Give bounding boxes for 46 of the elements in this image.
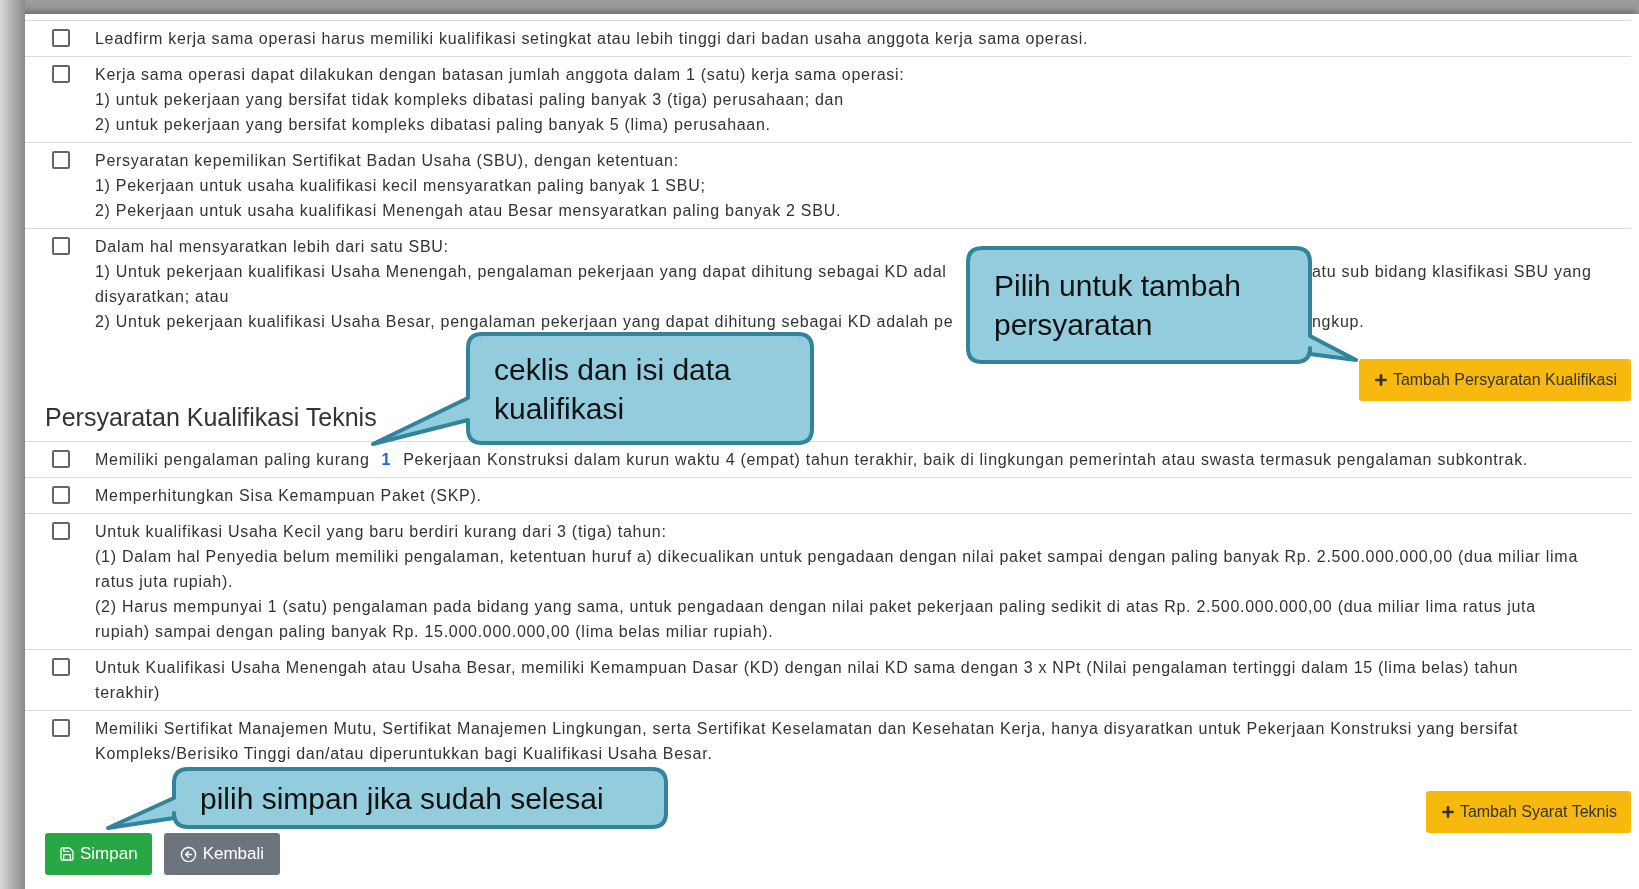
section-heading: Persyaratan Kualifikasi Teknis: [44, 402, 377, 433]
save-button[interactable]: Simpan: [45, 833, 152, 875]
plus-icon: [1372, 372, 1389, 388]
requirement-text: 1) Untuk pekerjaan kualifikasi Usaha Menengah, pengalaman pekerjaan yang dapat dihitung sebagai KD adal: [95, 262, 947, 282]
callout-text: pilih simpan jika sudah selesai: [200, 780, 605, 817]
requirement-text: Kerja sama operasi dapat dilakukan dengan batasan jumlah anggota dalam 1 (satu) kerja sama operasi:: [95, 65, 905, 85]
requirement-text: Leadfirm kerja sama operasi harus memiliki kualifikasi setingkat atau lebih tinggi dari badan usaha anggota kerja sama operasi.: [95, 29, 1089, 49]
count-field[interactable]: 1: [381, 447, 392, 472]
back-button[interactable]: Kembali: [163, 833, 281, 875]
checkbox[interactable]: [52, 65, 70, 83]
requirement-text: disyaratkan; atau: [95, 287, 230, 307]
requirement-text: Persyaratan kepemilikan Sertifikat Badan Usaha (SBU), dengan ketentuan:: [95, 151, 679, 171]
requirement-text: 2) untuk pekerjaan yang bersifat kompleks dibatasi paling banyak 5 (lima) perusahaan.: [95, 115, 771, 135]
requirement-text: ngkup.: [1312, 312, 1365, 332]
requirement-text: ratus juta rupiah).: [95, 572, 234, 592]
checkbox[interactable]: [52, 719, 70, 737]
requirement-text: Memiliki pengalaman paling kurang: [95, 450, 370, 470]
requirement-text: Memiliki Sertifikat Manajemen Mutu, Sertifikat Manajemen Lingkungan, serta Sertifikat Keselamatan dan Kesehatan Kerja, hanya disyaratkan untuk Pekerjaan Konstruksi yang bersifat: [95, 719, 1519, 739]
checkbox[interactable]: [52, 450, 70, 468]
requirement-text: Memperhitungkan Sisa Kemampuan Paket (SKP).: [95, 486, 482, 506]
add-technical-button[interactable]: Tambah Syarat Teknis: [1425, 791, 1631, 833]
requirement-text: Untuk Kualifikasi Usaha Menengah atau Usaha Besar, memiliki Kemampuan Dasar (KD) dengan nilai KD sama dengan 3 x NPt (Nilai pengalaman tertinggi dalam 15 (lima belas) tahun: [95, 658, 1519, 678]
floppy-icon: [59, 846, 75, 862]
requirement-text: 1) Pekerjaan untuk usaha kualifikasi kecil mensyaratkan paling banyak 1 SBU;: [95, 176, 706, 196]
requirement-text: 2) Pekerjaan untuk usaha kualifikasi Menengah atau Besar mensyaratkan paling banyak 2 SBU.: [95, 201, 842, 221]
add-qualification-button[interactable]: Tambah Persyaratan Kualifikasi: [1358, 359, 1631, 401]
requirement-text: Dalam hal mensyaratkan lebih dari satu SBU:: [95, 237, 449, 257]
requirement-text: Pekerjaan Konstruksi dalam kurun waktu 4 (empat) tahun terakhir, baik di lingkungan pemerintah atau swasta termasuk pengalaman subkontrak.: [403, 450, 1528, 470]
requirement-text: atu sub bidang klasifikasi SBU yang: [1312, 262, 1592, 282]
requirement-text: terakhir): [95, 683, 161, 703]
checkbox[interactable]: [52, 151, 70, 169]
requirement-text: rupiah) sampai dengan paling banyak Rp. 15.000.000.000,00 (lima belas miliar rupiah).: [95, 622, 774, 642]
requirement-text: Untuk kualifikasi Usaha Kecil yang baru berdiri kurang dari 3 (tiga) tahun:: [95, 522, 667, 542]
callout-text: Pilih untuk tambah persyaratan: [994, 268, 1242, 343]
requirement-text: (2) Harus mempunyai 1 (satu) pengalaman pada bidang yang sama, untuk pengadaan dengan nilai paket pekerjaan paling sedikit di atas Rp. 2.500.000.000,00 (dua miliar lima ratus juta: [95, 597, 1536, 617]
checkbox[interactable]: [52, 658, 70, 676]
requirement-text: 1) untuk pekerjaan yang bersifat tidak kompleks dibatasi paling banyak 3 (tiga) perusahaan; dan: [95, 90, 844, 110]
plus-icon: [1439, 804, 1456, 820]
checkbox[interactable]: [52, 522, 70, 540]
requirement-text: Kompleks/Berisiko Tinggi dan/atau diperuntukkan bagi Kualifikasi Usaha Besar.: [95, 744, 713, 764]
requirement-text: 2) Untuk pekerjaan kualifikasi Usaha Besar, pengalaman pekerjaan yang dapat dihitung sebagai KD adalah pe: [95, 312, 954, 332]
checkbox[interactable]: [52, 237, 70, 255]
callout-text: ceklis dan isi data kualifikasi: [494, 351, 732, 427]
checkbox[interactable]: [52, 486, 70, 504]
checkbox[interactable]: [52, 29, 70, 47]
requirement-text: (1) Dalam hal Penyedia belum memiliki pengalaman, ketentuan huruf a) dikecualikan untuk pengadaan dengan nilai paket sampai dengan paling banyak Rp. 2.500.000.000,00 (dua miliar lima: [95, 547, 1578, 567]
